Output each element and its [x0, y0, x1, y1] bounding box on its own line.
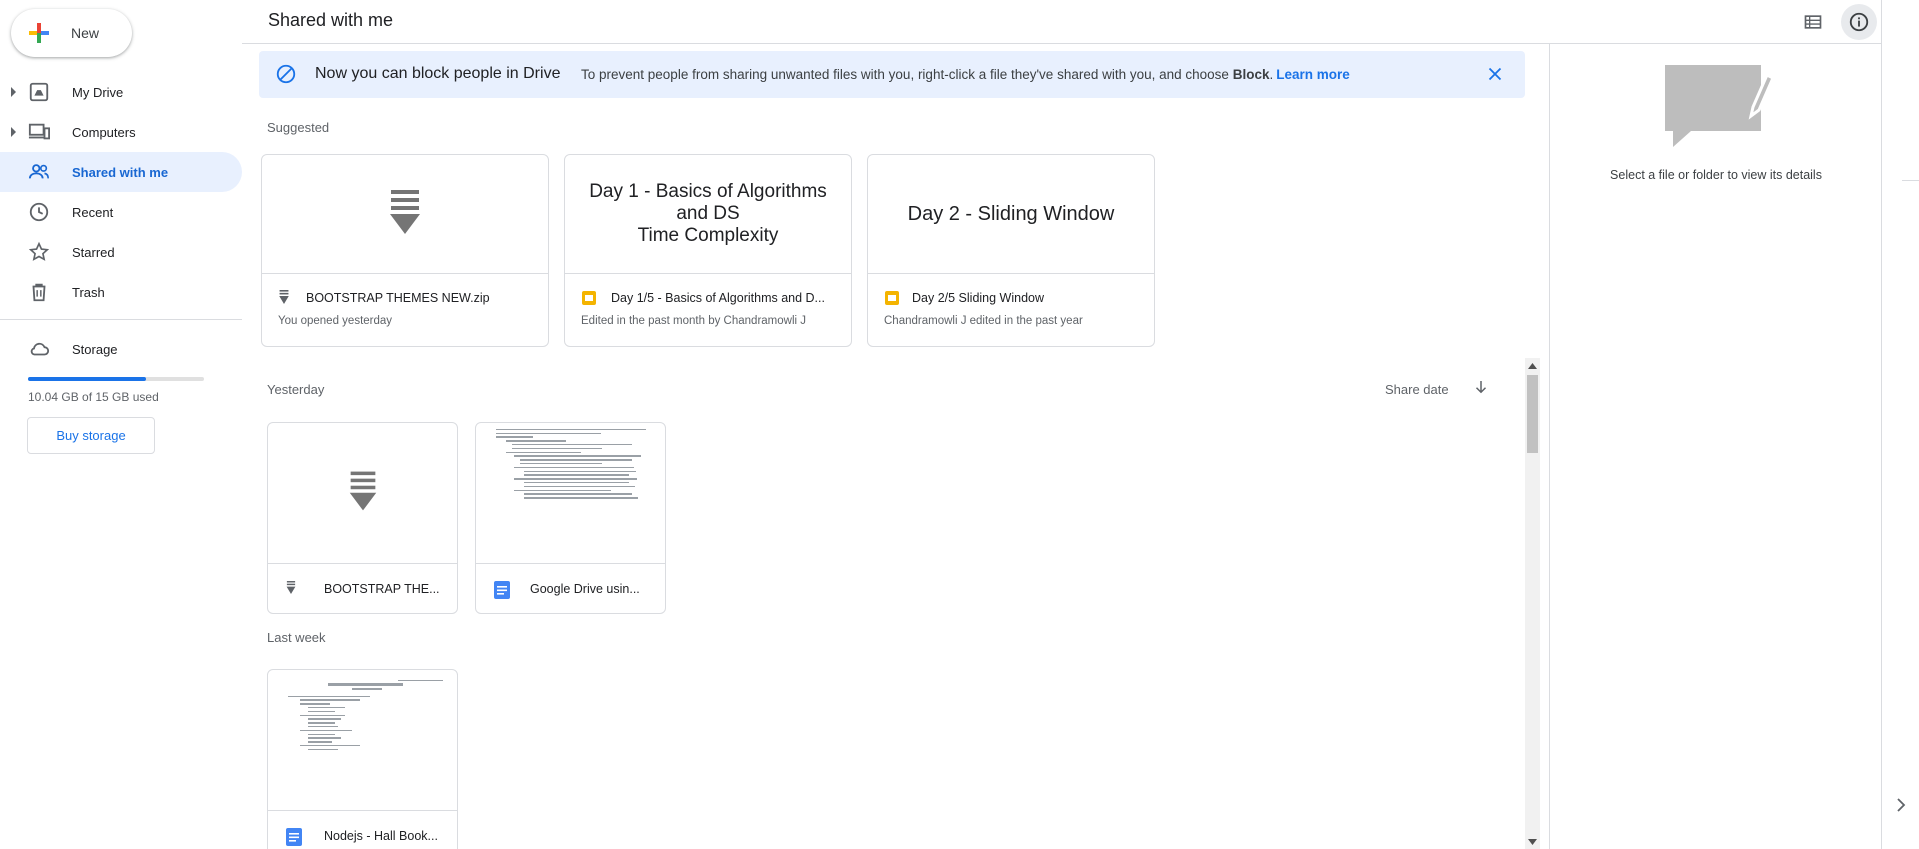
close-icon[interactable] — [1484, 63, 1506, 88]
chevron-right-icon[interactable] — [1895, 798, 1907, 817]
block-people-banner: Now you can block people in Drive To pre… — [259, 51, 1525, 98]
slide-preview-line: Time Complexity — [637, 225, 779, 246]
docs-icon — [494, 581, 510, 604]
file-thumbnail: Day 2 - Sliding Window — [868, 155, 1154, 274]
storage-used-text: 10.04 GB of 15 GB used — [28, 390, 159, 404]
star-icon — [28, 241, 50, 263]
banner-text: To prevent people from sharing unwanted … — [581, 67, 1350, 82]
suggested-label: Suggested — [267, 120, 330, 135]
sidebar-item-starred[interactable]: Starred — [0, 232, 242, 272]
file-name: Day 1/5 - Basics of Algorithms and D... — [611, 291, 825, 305]
computer-icon — [28, 121, 50, 143]
suggested-card[interactable]: BOOTSTRAP THEMES NEW.zip You opened yest… — [261, 154, 549, 347]
sidebar-item-label: Starred — [72, 244, 115, 260]
slide-preview-text: Day 2 - Sliding Window — [908, 203, 1115, 225]
sidebar-item-recent[interactable]: Recent — [0, 192, 242, 232]
suggested-card[interactable]: Day 2 - Sliding Window Day 2/5 Sliding W… — [867, 154, 1155, 347]
expand-caret-icon[interactable] — [11, 87, 16, 97]
drive-app: New My Drive Computers Shared with me Re… — [0, 0, 1919, 849]
sidebar: New My Drive Computers Shared with me Re… — [0, 0, 242, 849]
zip-icon — [278, 290, 290, 309]
file-activity: Chandramowli J edited in the past year — [884, 315, 1083, 327]
file-thumbnail — [476, 423, 665, 564]
sidebar-item-label: Recent — [72, 204, 114, 220]
file-name: Google Drive usin... — [530, 582, 640, 596]
file-activity: You opened yesterday — [278, 315, 393, 327]
banner-period: . — [1269, 67, 1274, 82]
suggested-card[interactable]: Day 1 - Basics of Algorithms and DS Time… — [564, 154, 852, 347]
header: Shared with me — [242, 0, 1882, 44]
expand-caret-icon[interactable] — [11, 127, 16, 137]
document-preview — [278, 670, 448, 810]
no-selection-illustration-icon — [1661, 63, 1775, 154]
cloud-icon — [28, 338, 50, 360]
sidebar-item-my-drive[interactable]: My Drive — [0, 72, 242, 112]
sidebar-item-shared-with-me[interactable]: Shared with me — [0, 152, 242, 192]
file-card[interactable]: Google Drive usin... — [475, 422, 666, 614]
new-button[interactable]: New — [11, 9, 132, 57]
new-button-label: New — [71, 25, 100, 41]
people-icon — [28, 161, 50, 183]
file-card[interactable]: Nodejs - Hall Book... — [267, 669, 458, 849]
sidebar-item-computers[interactable]: Computers — [0, 112, 242, 152]
sidebar-item-storage[interactable]: Storage — [0, 329, 242, 369]
side-panel-strip — [1881, 0, 1919, 849]
slides-icon — [884, 290, 900, 311]
sidebar-divider — [0, 319, 242, 320]
file-activity: Edited in the past month by Chandramowli… — [581, 315, 807, 327]
docs-icon — [286, 828, 302, 849]
scroll-down-icon[interactable] — [1527, 836, 1538, 847]
slide-preview-text: Day 1 - Basics of Algorithms and DS Time… — [589, 181, 827, 247]
slide-preview-line: Day 1 - Basics of Algorithms — [589, 181, 827, 202]
scrollbar-thumb[interactable] — [1527, 375, 1538, 453]
slide-preview-line: and DS — [676, 203, 740, 224]
group-label-yesterday: Yesterday — [267, 382, 325, 397]
group-label-last-week: Last week — [267, 630, 326, 645]
storage-label: Storage — [72, 341, 118, 357]
document-preview — [486, 423, 656, 563]
slide-preview-line: Day 2 - Sliding Window — [907, 203, 1115, 225]
file-name: BOOTSTRAP THE... — [324, 582, 440, 596]
storage-bar-fill — [28, 377, 146, 381]
block-icon — [275, 63, 297, 88]
storage-bar — [28, 377, 204, 381]
trash-icon — [28, 281, 50, 303]
file-thumbnail — [268, 423, 457, 564]
file-name: BOOTSTRAP THEMES NEW.zip — [306, 291, 490, 305]
banner-bold-word: Block — [1232, 67, 1270, 82]
list-view-icon[interactable] — [1795, 4, 1831, 40]
sidebar-item-label: Computers — [72, 124, 136, 140]
sidebar-item-label: Shared with me — [72, 164, 169, 180]
zip-icon — [348, 470, 378, 517]
details-empty-text: Select a file or folder to view its deta… — [1610, 168, 1822, 182]
drive-icon — [28, 81, 50, 103]
arrow-down-icon[interactable] — [1472, 378, 1490, 401]
info-icon[interactable] — [1841, 4, 1877, 40]
slides-icon — [581, 290, 597, 311]
sort-share-date[interactable]: Share date — [1385, 382, 1449, 397]
file-thumbnail: Day 1 - Basics of Algorithms and DS Time… — [565, 155, 851, 274]
file-thumbnail — [262, 155, 548, 274]
strip-divider — [1902, 180, 1919, 181]
file-thumbnail — [268, 670, 457, 811]
sidebar-item-trash[interactable]: Trash — [0, 272, 242, 312]
scroll-up-icon[interactable] — [1527, 360, 1538, 371]
buy-storage-button[interactable]: Buy storage — [27, 417, 155, 454]
plus-icon — [27, 21, 51, 45]
zip-icon — [286, 581, 296, 599]
sidebar-nav: My Drive Computers Shared with me Recent… — [0, 72, 242, 312]
banner-title: Now you can block people in Drive — [315, 65, 561, 82]
details-panel: Select a file or folder to view its deta… — [1549, 44, 1881, 849]
banner-body: To prevent people from sharing unwanted … — [581, 67, 1229, 82]
sidebar-item-label: Trash — [72, 284, 105, 300]
zip-icon — [388, 189, 422, 239]
page-title: Shared with me — [268, 10, 394, 30]
file-name: Day 2/5 Sliding Window — [912, 291, 1045, 305]
file-name: Nodejs - Hall Book... — [324, 829, 438, 843]
sidebar-item-label: My Drive — [72, 84, 124, 100]
learn-more-link[interactable]: Learn more — [1276, 67, 1350, 82]
clock-icon — [28, 201, 50, 223]
file-card[interactable]: BOOTSTRAP THE... — [267, 422, 458, 614]
